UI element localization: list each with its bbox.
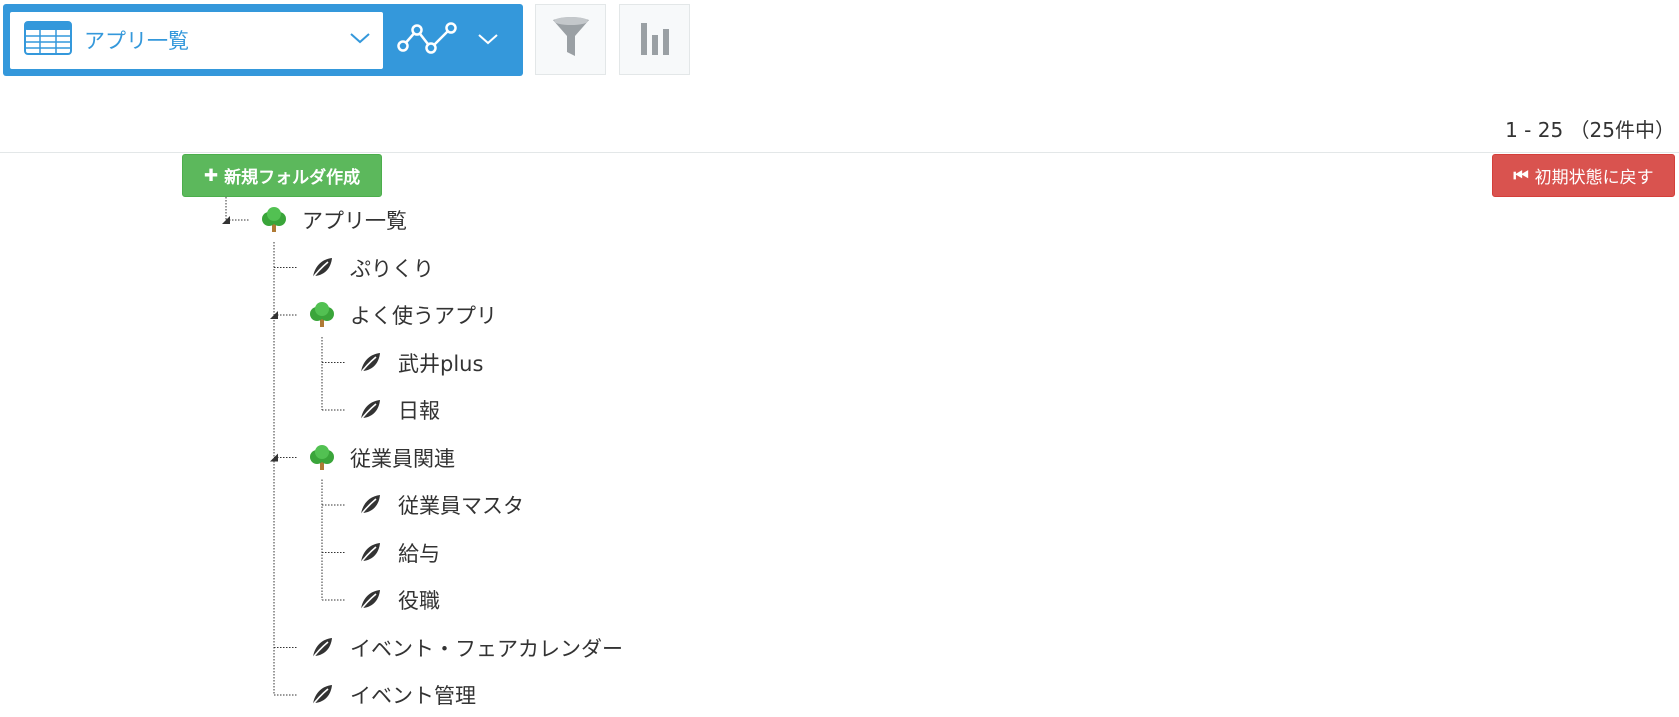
bar-chart-icon: [640, 21, 670, 59]
graph-view-button[interactable]: [383, 4, 521, 76]
skip-back-icon: ⏮: [1513, 165, 1529, 186]
funnel-icon: [551, 16, 591, 64]
reset-button[interactable]: ⏮ 初期状態に戻す: [1492, 154, 1675, 197]
tree-app-node[interactable]: 日報: [356, 393, 440, 427]
tree-folder-node[interactable]: アプリ一覧: [260, 203, 407, 237]
tree-node-label: イベント管理: [350, 684, 476, 708]
tree-node-label: ぷりくり: [350, 256, 434, 281]
new-folder-button[interactable]: ✚ 新規フォルダ作成: [182, 154, 382, 197]
line-graph-icon: [397, 20, 459, 60]
folder-tree: アプリ一覧ぷりくりよく使うアプリ武井plus 日報従業員関連従業員マスタ 給与役職イ…: [0, 0, 1679, 717]
tree-app-node[interactable]: イベント管理: [308, 678, 476, 712]
tree-node-label: アプリ一覧: [302, 209, 407, 233]
expanded-caret-icon[interactable]: [270, 453, 278, 462]
tree-node-label: よく使うアプリ: [350, 304, 497, 328]
leaf-icon: [308, 681, 336, 709]
tree-app-node[interactable]: イベント・フェアカレンダー: [308, 631, 623, 665]
leaf-icon: [356, 349, 384, 377]
leaf-icon: [356, 396, 384, 424]
leaf-icon: [308, 634, 336, 662]
expanded-caret-icon[interactable]: [270, 311, 278, 319]
view-selector-group: アプリ一覧: [3, 4, 523, 76]
tree-node-label: 日報: [398, 399, 440, 423]
new-folder-label: 新規フォルダ作成: [224, 168, 361, 188]
tree-connector-lines: [222, 197, 346, 696]
tree-icon: [308, 444, 336, 472]
tree-app-node[interactable]: 武井plus: [356, 346, 483, 380]
leaf-icon: [308, 254, 336, 282]
chevron-down-icon: [477, 31, 499, 50]
leaf-icon: [356, 491, 384, 519]
divider: [0, 152, 1679, 153]
table-grid-icon: [24, 21, 72, 59]
tree-app-node[interactable]: 従業員マスタ: [356, 488, 524, 522]
leaf-icon: [356, 586, 384, 614]
filter-button[interactable]: [535, 4, 606, 75]
leaf-icon: [356, 539, 384, 567]
tree-node-label: 従業員マスタ: [398, 494, 524, 518]
chart-button[interactable]: [619, 4, 690, 75]
tree-app-node[interactable]: ぷりくり: [308, 251, 434, 285]
tree-node-label: イベント・フェアカレンダー: [350, 636, 623, 661]
expanded-caret-icon[interactable]: [222, 216, 230, 224]
view-toolbar: アプリ一覧: [3, 4, 690, 76]
tree-folder-node[interactable]: 従業員関連: [308, 441, 455, 475]
chevron-down-icon: [349, 30, 371, 49]
plus-icon: ✚: [203, 165, 219, 186]
tree-folder-node[interactable]: よく使うアプリ: [308, 298, 497, 332]
tree-node-label: 従業員関連: [350, 446, 455, 471]
view-select-dropdown[interactable]: アプリ一覧: [10, 11, 383, 69]
tree-app-node[interactable]: 給与: [356, 536, 440, 570]
tree-icon: [260, 206, 288, 234]
reset-label: 初期状態に戻す: [1534, 168, 1654, 188]
tree-node-label: 役職: [398, 589, 440, 613]
tree-node-label: 武井plus: [398, 351, 484, 376]
pagination-count: 1 - 25 （25件中）: [1505, 118, 1675, 142]
tree-node-label: 給与: [398, 541, 440, 566]
tree-icon: [308, 301, 336, 329]
tree-app-node[interactable]: 役職: [356, 583, 440, 617]
view-select-label: アプリ一覧: [84, 29, 189, 53]
